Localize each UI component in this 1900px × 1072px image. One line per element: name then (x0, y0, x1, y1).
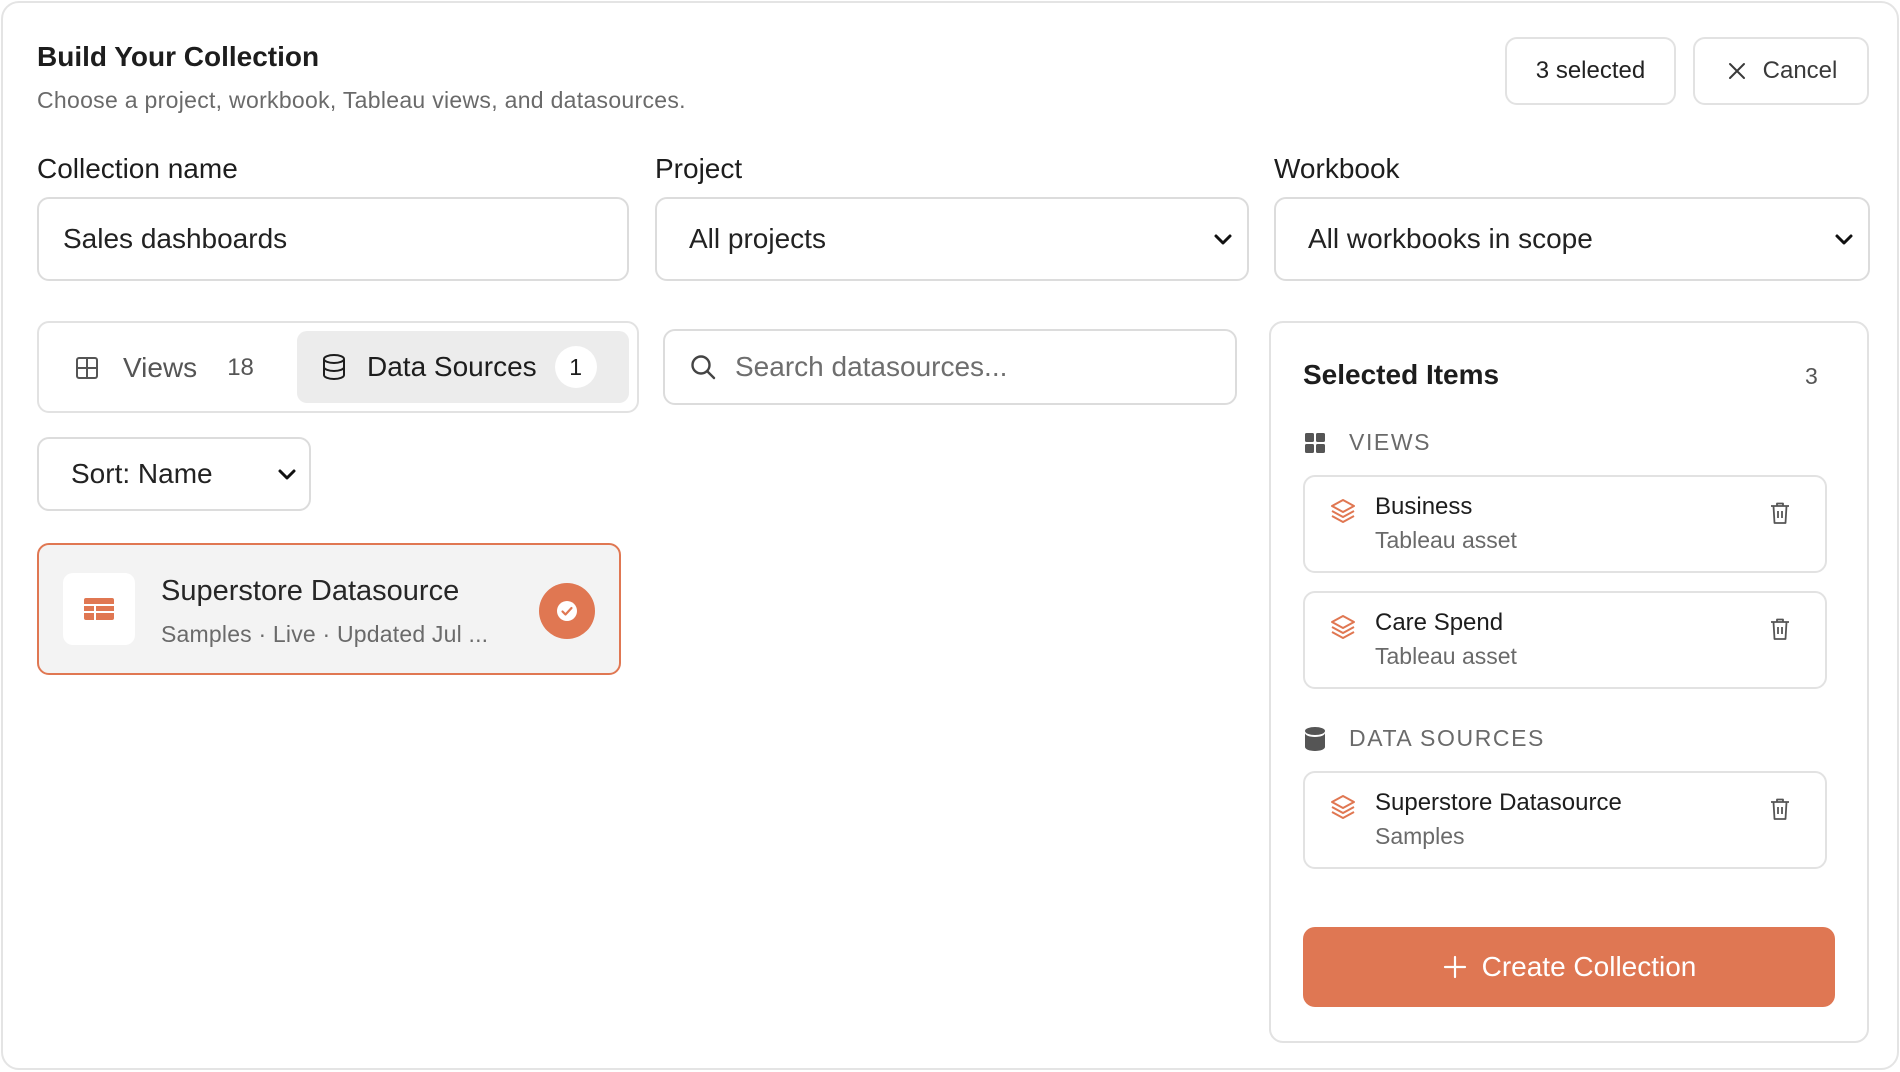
cancel-button[interactable]: Cancel (1693, 37, 1869, 105)
selected-item-name: Business (1375, 493, 1473, 520)
collection-name-label: Collection name (37, 153, 238, 184)
workbook-select[interactable]: All workbooks in scope (1274, 197, 1870, 281)
dialog-title: Build Your Collection (37, 41, 320, 72)
datasource-thumbnail (63, 573, 135, 645)
selected-items-title: Selected Items (1303, 359, 1500, 390)
tab-data-sources[interactable]: Data Sources 1 (297, 331, 629, 403)
layers-icon (1329, 613, 1357, 646)
dialog-subtitle: Choose a project, workbook, Tableau view… (37, 87, 686, 113)
chevron-down-icon (1834, 232, 1854, 246)
selected-item: Superstore Datasource Samples (1303, 771, 1827, 869)
trash-icon[interactable] (1769, 501, 1791, 530)
selected-item: Care Spend Tableau asset (1303, 591, 1827, 689)
selected-item: Business Tableau asset (1303, 475, 1827, 573)
selected-item-name: Care Spend (1375, 609, 1504, 636)
selected-items-count: 3 (1805, 363, 1818, 389)
layers-icon (1329, 793, 1357, 826)
sort-select[interactable]: Sort: Name (37, 437, 311, 511)
tab-data-sources-label: Data Sources (367, 351, 537, 382)
plus-icon (1442, 954, 1468, 980)
workbook-value: All workbooks in scope (1308, 223, 1593, 254)
chevron-down-icon (1213, 232, 1233, 246)
create-collection-button[interactable]: Create Collection (1303, 927, 1835, 1007)
table-icon (83, 597, 115, 621)
collection-name-input[interactable]: Sales dashboards (37, 197, 629, 281)
layers-icon (1329, 497, 1357, 530)
project-select[interactable]: All projects (655, 197, 1249, 281)
collection-builder-dialog: Build Your Collection Choose a project, … (1, 1, 1899, 1070)
chevron-down-icon (277, 467, 297, 481)
project-value: All projects (689, 223, 826, 254)
trash-icon[interactable] (1769, 797, 1791, 826)
trash-icon[interactable] (1769, 617, 1791, 646)
datasource-search (663, 329, 1237, 405)
grid-icon (75, 356, 99, 380)
data-sources-section-heading: DATA SOURCES (1303, 725, 1545, 752)
tab-data-sources-count: 1 (554, 346, 597, 388)
datasource-name: Superstore Datasource (161, 575, 460, 607)
data-sources-section-label: DATA SOURCES (1349, 725, 1545, 751)
selected-count-button[interactable]: 3 selected (1505, 37, 1676, 105)
selected-item-subtitle: Tableau asset (1375, 527, 1517, 553)
views-section-label: VIEWS (1349, 429, 1432, 455)
sort-value: Sort: Name (71, 458, 213, 489)
tab-views-label: Views (123, 352, 198, 383)
selected-item-subtitle: Samples (1375, 823, 1465, 849)
workbook-label: Workbook (1274, 153, 1400, 184)
collection-name-value: Sales dashboards (63, 223, 288, 254)
create-collection-label: Create Collection (1481, 951, 1697, 982)
grid-filled-icon (1303, 431, 1329, 455)
tab-views[interactable]: Views 18 (75, 347, 254, 389)
selected-item-subtitle: Tableau asset (1375, 643, 1517, 669)
search-input[interactable] (735, 351, 1215, 383)
database-icon (321, 353, 347, 381)
datasource-meta: Samples · Live · Updated Jul ... (161, 621, 489, 647)
selected-item-name: Superstore Datasource (1375, 789, 1622, 816)
views-section-heading: VIEWS (1303, 429, 1431, 456)
database-filled-icon (1303, 726, 1329, 752)
close-icon (1725, 59, 1749, 83)
datasource-card[interactable]: Superstore Datasource Samples · Live · U… (37, 543, 621, 675)
search-icon (689, 353, 717, 381)
cancel-label: Cancel (1762, 57, 1838, 84)
tab-views-count: 18 (227, 354, 254, 381)
project-label: Project (655, 153, 743, 184)
selected-check-icon[interactable] (539, 583, 595, 639)
asset-type-tabs: Views 18 Data Sources 1 (37, 321, 639, 413)
selected-items-panel: Selected Items 3 VIEWS Business Tableau … (1269, 321, 1869, 1043)
